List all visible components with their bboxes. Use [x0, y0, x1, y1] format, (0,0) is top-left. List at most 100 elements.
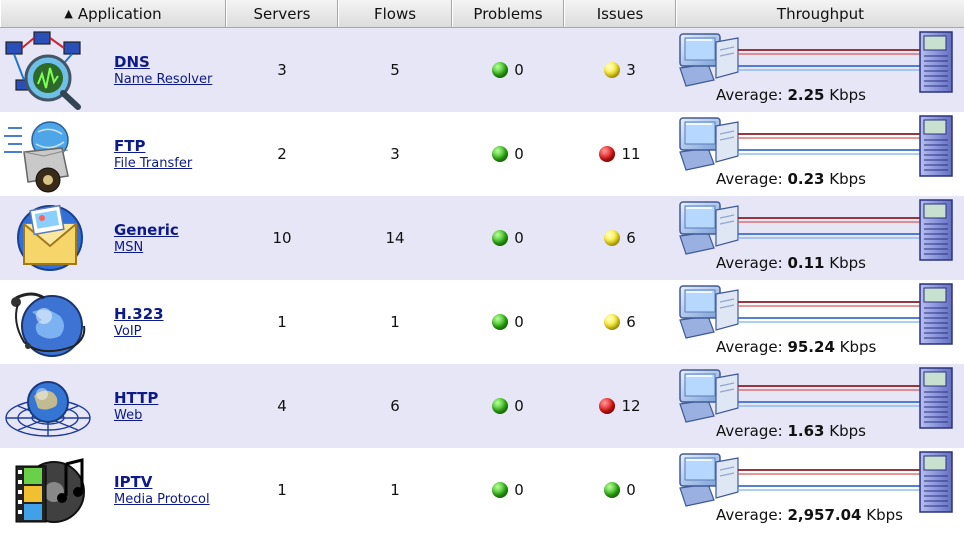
application-description-link[interactable]: Name Resolver — [114, 72, 212, 87]
application-name-link[interactable]: IPTV — [114, 473, 210, 491]
column-header-issues-label: Issues — [596, 4, 644, 23]
client-computer-icon — [679, 369, 739, 423]
cell-problems: 0 — [452, 61, 564, 79]
table-row[interactable]: IPTV Media Protocol 1 1 0 0 Average: 2,9… — [0, 448, 964, 532]
column-header-servers-label: Servers — [253, 4, 311, 23]
table-row[interactable]: H.323 VoIP 1 1 0 6 Average: 95.24 Kbps — [0, 280, 964, 364]
green-status-icon — [492, 482, 509, 498]
green-status-icon — [492, 314, 509, 330]
table-row[interactable]: Generic MSN 10 14 0 6 Average: 0.11 Kbps — [0, 196, 964, 280]
throughput-prefix: Average: — [716, 506, 783, 524]
cell-issues: 11 — [564, 145, 676, 163]
problems-count: 0 — [514, 229, 524, 247]
cell-flows: 6 — [390, 397, 400, 415]
application-description-link[interactable]: Media Protocol — [114, 492, 210, 507]
throughput-value: 1.63 — [787, 422, 825, 440]
table-header: ▲ Application Servers Flows Problems Iss… — [0, 0, 964, 28]
red-status-icon — [599, 146, 616, 162]
cell-application: Generic MSN — [0, 196, 226, 280]
problems-count: 0 — [514, 145, 524, 163]
server-icon — [919, 283, 953, 345]
cell-throughput: Average: 2,957.04 Kbps — [676, 448, 964, 532]
column-header-issues[interactable]: Issues — [564, 0, 676, 27]
cell-servers: 4 — [277, 397, 287, 415]
problems-count: 0 — [514, 313, 524, 331]
throughput-average: Average: 2,957.04 Kbps — [716, 506, 903, 524]
green-status-icon — [492, 146, 509, 162]
column-header-servers[interactable]: Servers — [226, 0, 338, 27]
application-text: FTP File Transfer — [114, 137, 192, 171]
connection-lines — [738, 49, 920, 71]
sort-ascending-icon: ▲ — [64, 7, 73, 20]
problems-count: 0 — [514, 61, 524, 79]
cell-issues: 6 — [564, 229, 676, 247]
cell-application: IPTV Media Protocol — [0, 448, 226, 532]
application-description-link[interactable]: File Transfer — [114, 156, 192, 171]
application-name-link[interactable]: H.323 — [114, 305, 164, 323]
cell-application: H.323 VoIP — [0, 280, 226, 364]
issues-count: 6 — [626, 229, 636, 247]
cell-servers: 10 — [272, 229, 292, 247]
http-icon — [0, 366, 96, 446]
green-status-icon — [604, 482, 621, 498]
application-description-link[interactable]: Web — [114, 408, 158, 423]
application-description-link[interactable]: VoIP — [114, 324, 164, 339]
column-header-problems-label: Problems — [473, 4, 543, 23]
cell-issues: 0 — [564, 481, 676, 499]
throughput-unit: Kbps — [829, 86, 866, 104]
application-text: IPTV Media Protocol — [114, 473, 210, 507]
cell-problems: 0 — [452, 313, 564, 331]
application-description-link[interactable]: MSN — [114, 240, 179, 255]
throughput-unit: Kbps — [829, 422, 866, 440]
server-icon — [919, 367, 953, 429]
throughput-unit: Kbps — [829, 254, 866, 272]
column-header-problems[interactable]: Problems — [452, 0, 564, 27]
yellow-status-icon — [604, 230, 621, 246]
server-icon — [919, 451, 953, 513]
column-header-flows[interactable]: Flows — [338, 0, 452, 27]
cell-flows: 5 — [390, 61, 400, 79]
cell-throughput: Average: 2.25 Kbps — [676, 28, 964, 112]
throughput-prefix: Average: — [716, 254, 783, 272]
table-row[interactable]: FTP File Transfer 2 3 0 11 Average: 0.23… — [0, 112, 964, 196]
application-text: DNS Name Resolver — [114, 53, 212, 87]
application-name-link[interactable]: FTP — [114, 137, 192, 155]
connection-lines — [738, 133, 920, 155]
cell-flows: 1 — [390, 481, 400, 499]
application-table: ▲ Application Servers Flows Problems Iss… — [0, 0, 964, 535]
application-name-link[interactable]: HTTP — [114, 389, 158, 407]
column-header-throughput[interactable]: Throughput — [676, 0, 964, 27]
cell-servers: 2 — [277, 145, 287, 163]
h323-icon — [0, 282, 96, 362]
issues-count: 12 — [621, 397, 641, 415]
application-text: H.323 VoIP — [114, 305, 164, 339]
table-row[interactable]: DNS Name Resolver 3 5 0 3 Average: 2.25 … — [0, 28, 964, 112]
cell-problems: 0 — [452, 481, 564, 499]
application-name-link[interactable]: Generic — [114, 221, 179, 239]
green-status-icon — [492, 62, 509, 78]
cell-application: HTTP Web — [0, 364, 226, 448]
table-row[interactable]: HTTP Web 4 6 0 12 Average: 1.63 Kbps — [0, 364, 964, 448]
yellow-status-icon — [604, 314, 621, 330]
client-computer-icon — [679, 33, 739, 87]
issues-count: 11 — [621, 145, 641, 163]
throughput-value: 95.24 — [787, 338, 835, 356]
issues-count: 3 — [626, 61, 636, 79]
issues-count: 0 — [626, 481, 636, 499]
throughput-unit: Kbps — [866, 506, 903, 524]
server-icon — [919, 115, 953, 177]
application-text: Generic MSN — [114, 221, 179, 255]
connection-lines — [738, 301, 920, 323]
application-name-link[interactable]: DNS — [114, 53, 212, 71]
problems-count: 0 — [514, 481, 524, 499]
dns-icon — [0, 30, 96, 110]
throughput-prefix: Average: — [716, 422, 783, 440]
throughput-average: Average: 2.25 Kbps — [716, 86, 866, 104]
throughput-unit: Kbps — [839, 338, 877, 356]
red-status-icon — [599, 398, 616, 414]
column-header-application[interactable]: ▲ Application — [0, 0, 226, 27]
application-text: HTTP Web — [114, 389, 158, 423]
cell-issues: 12 — [564, 397, 676, 415]
throughput-prefix: Average: — [716, 86, 783, 104]
table-body: DNS Name Resolver 3 5 0 3 Average: 2.25 … — [0, 28, 964, 532]
